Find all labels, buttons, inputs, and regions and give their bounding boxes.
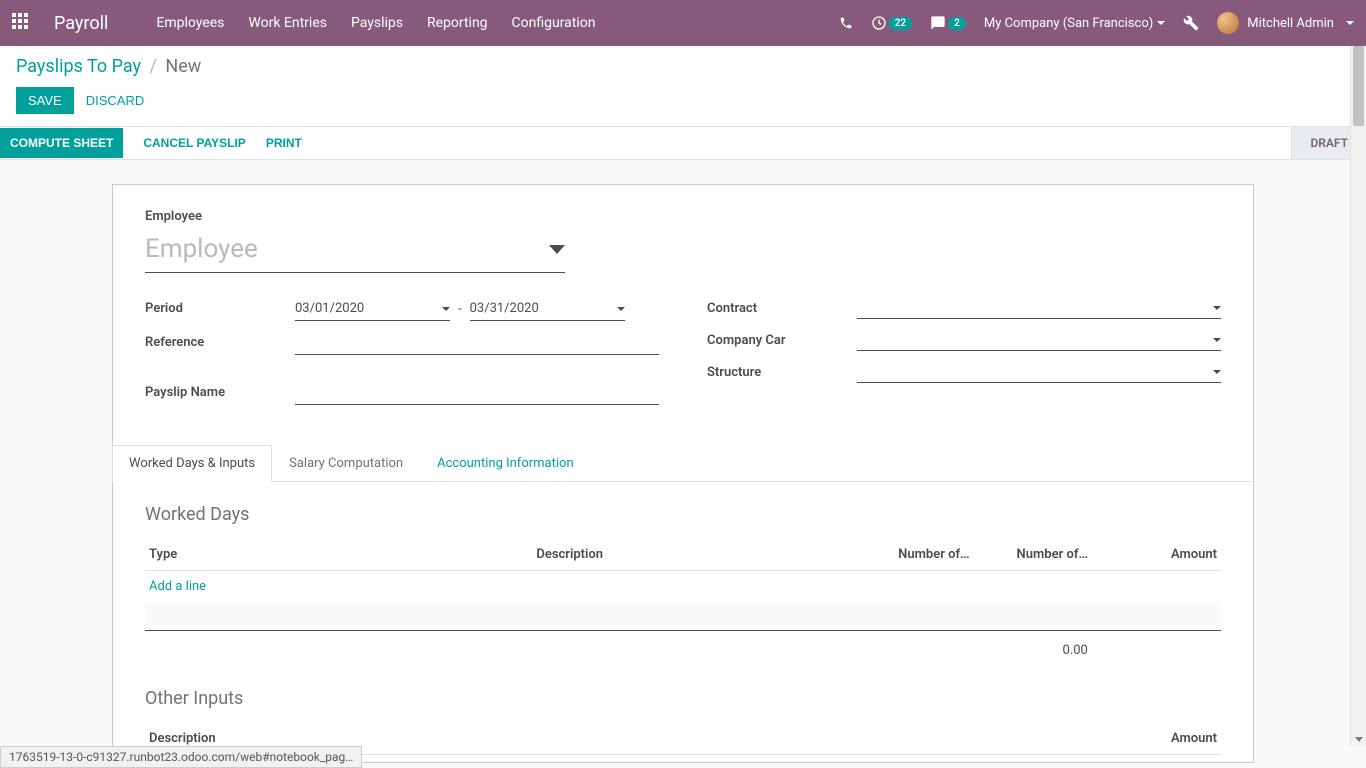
contract-dropdown[interactable] — [857, 297, 1221, 319]
employee-label: Employee — [145, 209, 1221, 224]
form-sheet: Employee Employee Period 03/01/2020 - — [112, 184, 1254, 763]
add-line-link[interactable]: Add a line — [149, 579, 206, 594]
company-car-dropdown[interactable] — [857, 329, 1221, 351]
other-inputs-title: Other Inputs — [145, 688, 1221, 709]
col-type[interactable]: Type — [145, 539, 532, 571]
date-to-input[interactable]: 03/31/2020 — [470, 297, 625, 321]
col-number-days[interactable]: Number of… — [855, 539, 973, 571]
activities-icon[interactable]: 22 — [871, 15, 912, 31]
worked-days-title: Worked Days — [145, 504, 1221, 525]
col-amount[interactable]: Amount — [1092, 539, 1221, 571]
structure-dropdown[interactable] — [857, 361, 1221, 383]
payslip-name-input[interactable] — [295, 381, 659, 405]
breadcrumb-parent[interactable]: Payslips To Pay — [16, 56, 141, 77]
chevron-down-icon — [1213, 338, 1221, 342]
menu-reporting[interactable]: Reporting — [427, 15, 488, 31]
tab-worked-days[interactable]: Worked Days & Inputs — [112, 445, 272, 482]
col-oi-amount[interactable]: Amount — [1092, 723, 1221, 755]
chevron-down-icon — [617, 307, 625, 311]
avatar — [1217, 12, 1239, 34]
form-scroll-area[interactable]: Employee Employee Period 03/01/2020 - — [0, 160, 1366, 763]
status-url: 1763519-13-0-c91327.runbot23.odoo.com/we… — [0, 746, 362, 768]
company-switcher[interactable]: My Company (San Francisco) — [984, 16, 1165, 31]
app-brand[interactable]: Payroll — [54, 13, 108, 34]
compute-sheet-button[interactable]: COMPUTE SHEET — [0, 128, 123, 158]
chevron-down-icon — [1213, 370, 1221, 374]
notebook-tabs: Worked Days & Inputs Salary Computation … — [112, 445, 1254, 482]
menu-employees[interactable]: Employees — [156, 15, 224, 31]
main-menu: Employees Work Entries Payslips Reportin… — [156, 15, 595, 31]
date-from-input[interactable]: 03/01/2020 — [295, 297, 450, 321]
company-car-label: Company Car — [707, 329, 857, 348]
apps-icon[interactable] — [12, 13, 32, 33]
reference-input[interactable] — [295, 331, 659, 355]
messages-badge: 2 — [948, 17, 966, 30]
col-number-hours[interactable]: Number of… — [974, 539, 1092, 571]
main-navbar: Payroll Employees Work Entries Payslips … — [0, 0, 1366, 46]
worked-days-table: Type Description Number of… Number of… A… — [145, 539, 1221, 666]
save-button[interactable]: SAVE — [16, 87, 74, 114]
reference-label: Reference — [145, 331, 295, 350]
vertical-scrollbar[interactable] — [1350, 46, 1366, 746]
menu-work-entries[interactable]: Work Entries — [248, 15, 327, 31]
employee-dropdown[interactable]: Employee — [145, 230, 565, 273]
cancel-payslip-button[interactable]: CANCEL PAYSLIP — [143, 128, 245, 158]
chevron-down-icon — [1213, 306, 1221, 310]
chevron-down-icon — [442, 307, 450, 311]
breadcrumb: Payslips To Pay / New — [16, 56, 1350, 77]
payslip-name-label: Payslip Name — [145, 381, 295, 400]
discard-button[interactable]: DISCARD — [86, 93, 145, 108]
messages-icon[interactable]: 2 — [930, 15, 966, 31]
tab-accounting-info[interactable]: Accounting Information — [420, 445, 591, 482]
status-bar: COMPUTE SHEET CANCEL PAYSLIP PRINT DRAFT — [0, 127, 1366, 160]
print-button[interactable]: PRINT — [266, 128, 302, 158]
structure-label: Structure — [707, 361, 857, 380]
menu-configuration[interactable]: Configuration — [512, 15, 596, 31]
contract-label: Contract — [707, 297, 857, 316]
phone-icon[interactable] — [839, 16, 853, 30]
col-description[interactable]: Description — [532, 539, 855, 571]
period-label: Period — [145, 297, 295, 316]
debug-icon[interactable] — [1183, 15, 1199, 31]
user-menu[interactable]: Mitchell Admin — [1217, 12, 1354, 34]
worked-days-total: 0.00 — [145, 630, 1092, 666]
control-panel: Payslips To Pay / New SAVE DISCARD — [0, 46, 1366, 127]
tab-salary-computation[interactable]: Salary Computation — [272, 445, 420, 482]
menu-payslips[interactable]: Payslips — [351, 15, 403, 31]
chevron-down-icon — [549, 245, 565, 254]
activities-badge: 22 — [889, 17, 912, 30]
breadcrumb-current: New — [165, 56, 201, 77]
